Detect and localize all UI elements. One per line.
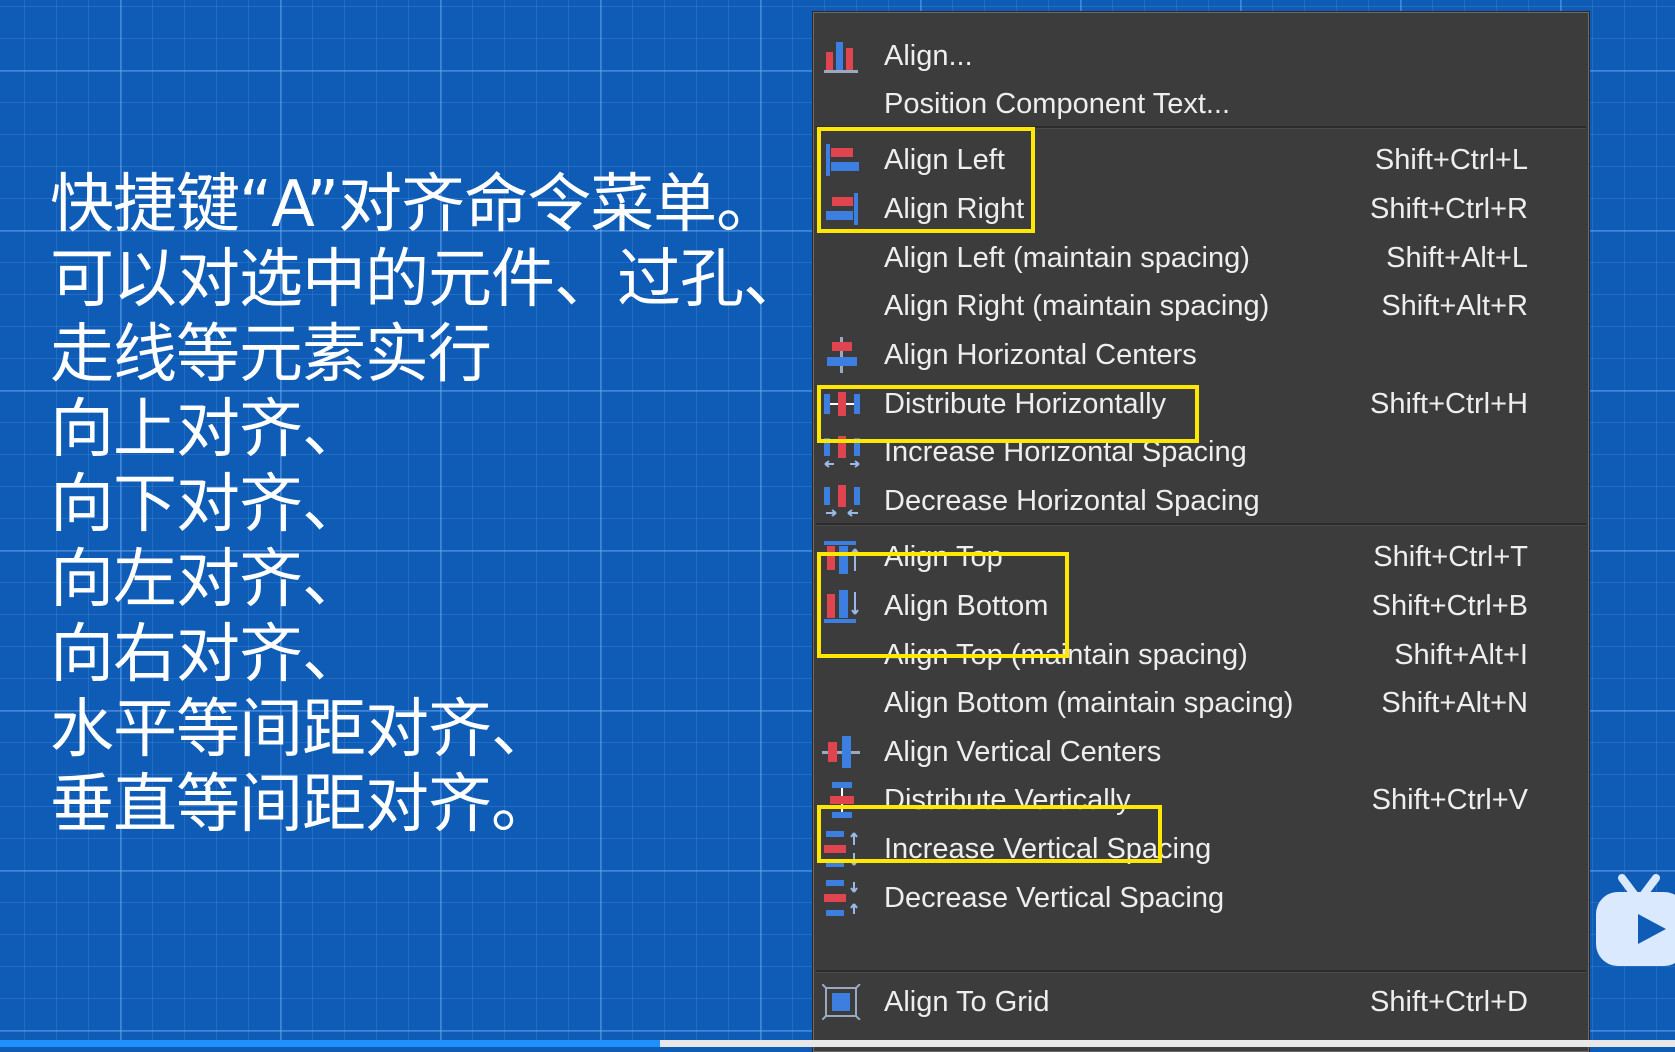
- menu-item-shortcut: Shift+Ctrl+R: [1370, 193, 1528, 225]
- menu-separator: [816, 970, 1586, 973]
- menu-item-label: Decrease Vertical Spacing: [884, 882, 1225, 914]
- highlight-box-distribute-vertically: [817, 805, 1162, 863]
- menu-item-position-component-text[interactable]: Position Component Text...: [814, 79, 1588, 129]
- align-horizontal-centers-icon: [827, 337, 857, 373]
- caption-line: 向右对齐、: [50, 618, 366, 692]
- menu-item-label: Align To Grid: [884, 986, 1050, 1018]
- caption-text-block: 快捷键“A”对齐命令菜单。 可以对选中的元件、过孔、 走线等元素实行 向上对齐、…: [50, 168, 810, 843]
- menu-item-align-right-maintain-spacing[interactable]: Align Right (maintain spacing) Shift+Alt…: [814, 281, 1588, 331]
- highlight-box-distribute-horizontally: [817, 385, 1199, 443]
- menu-item-shortcut: Shift+Ctrl+V: [1371, 784, 1528, 816]
- menu-item-shortcut: Shift+Ctrl+B: [1371, 590, 1528, 622]
- decrease-vertical-spacing-icon: [824, 880, 858, 916]
- caption-line: 向左对齐、: [50, 543, 366, 617]
- menu-item-align[interactable]: Align...: [814, 31, 1588, 81]
- menu-item-label: Decrease Horizontal Spacing: [884, 485, 1260, 517]
- menu-item-label: Align Left (maintain spacing): [884, 242, 1250, 274]
- video-progress-fill: [0, 1040, 660, 1047]
- highlight-box-align-left-right: [817, 127, 1035, 233]
- menu-item-label: Align Bottom (maintain spacing): [884, 687, 1294, 719]
- menu-item-shortcut: Shift+Alt+R: [1381, 290, 1528, 322]
- menu-item-label: Align Vertical Centers: [884, 736, 1162, 768]
- menu-item-label: Position Component Text...: [884, 88, 1231, 120]
- menu-item-align-horizontal-centers[interactable]: Align Horizontal Centers: [814, 330, 1588, 380]
- menu-item-align-to-grid[interactable]: Align To Grid Shift+Ctrl+D: [814, 977, 1588, 1027]
- align-bars-icon: [824, 42, 858, 73]
- menu-item-label: Align Right (maintain spacing): [884, 290, 1270, 322]
- menu-item-shortcut: Shift+Alt+N: [1381, 687, 1528, 719]
- menu-item-shortcut: Shift+Ctrl+L: [1374, 144, 1528, 176]
- menu-item-align-bottom-maintain-spacing[interactable]: Align Bottom (maintain spacing) Shift+Al…: [814, 678, 1588, 728]
- align-to-grid-icon: [822, 984, 861, 1020]
- menu-item-shortcut: Shift+Ctrl+H: [1370, 388, 1528, 420]
- menu-item-decrease-horizontal-spacing[interactable]: Decrease Horizontal Spacing: [814, 476, 1588, 526]
- menu-item-label: Align...: [884, 40, 973, 72]
- caption-line: 向上对齐、: [50, 393, 366, 467]
- caption-line: 可以对选中的元件、过孔、: [50, 243, 807, 317]
- menu-item-shortcut: Shift+Ctrl+D: [1370, 986, 1528, 1018]
- menu-item-shortcut: Shift+Alt+L: [1386, 242, 1528, 274]
- decrease-horizontal-spacing-icon: [824, 485, 860, 517]
- menu-item-label: Align Horizontal Centers: [884, 339, 1197, 371]
- caption-line: 向下对齐、: [50, 468, 366, 542]
- caption-line: 垂直等间距对齐。: [50, 768, 555, 842]
- bilibili-tv-icon: [1596, 874, 1675, 966]
- caption-line: 走线等元素实行: [50, 318, 492, 392]
- menu-item-align-vertical-centers[interactable]: Align Vertical Centers: [814, 727, 1588, 777]
- menu-separator: [816, 523, 1586, 526]
- menu-item-align-left-maintain-spacing[interactable]: Align Left (maintain spacing) Shift+Alt+…: [814, 233, 1588, 283]
- menu-item-shortcut: Shift+Alt+I: [1394, 639, 1528, 671]
- menu-item-decrease-vertical-spacing[interactable]: Decrease Vertical Spacing: [814, 873, 1588, 923]
- align-vertical-centers-icon: [822, 736, 860, 768]
- highlight-box-align-top-bottom: [817, 552, 1069, 658]
- caption-line: 快捷键“A”对齐命令菜单。: [50, 168, 780, 242]
- align-context-menu: Align... Position Component Text... Alig…: [813, 12, 1589, 1052]
- caption-line: 水平等间距对齐、: [50, 693, 555, 767]
- menu-item-shortcut: Shift+Ctrl+T: [1373, 541, 1528, 573]
